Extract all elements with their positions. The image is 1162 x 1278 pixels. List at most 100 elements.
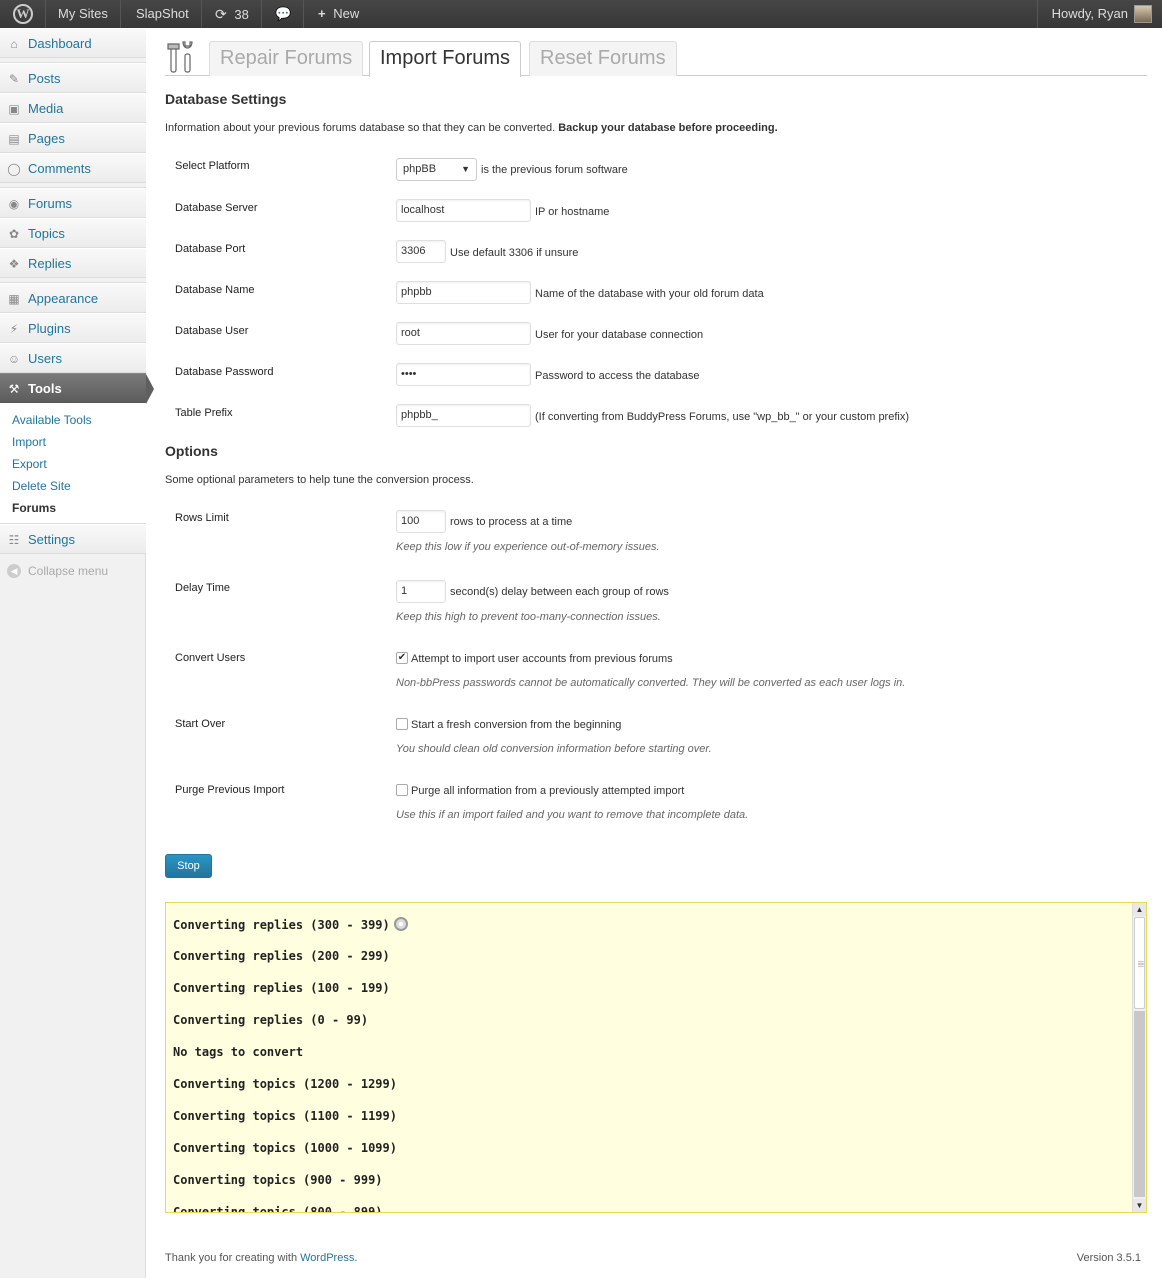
- database-server-input[interactable]: localhost: [396, 199, 531, 222]
- database-user-label: Database User: [175, 325, 249, 337]
- scroll-down-arrow-icon[interactable]: ▼: [1133, 1199, 1146, 1212]
- footer-version: Version 3.5.1: [1076, 1252, 1141, 1264]
- comment-icon: ◯: [7, 162, 21, 176]
- menu-topics[interactable]: ✿ Topics: [0, 218, 146, 248]
- menu-comments[interactable]: ◯ Comments: [0, 153, 146, 183]
- tab-reset-forums[interactable]: Reset Forums: [529, 41, 677, 76]
- database-name-input[interactable]: phpbb: [396, 281, 531, 304]
- account-menu[interactable]: Howdy, Ryan: [1036, 0, 1162, 28]
- new-label: New: [333, 6, 360, 21]
- collapse-label: Collapse menu: [28, 564, 109, 578]
- menu-label: Dashboard: [28, 36, 92, 51]
- menu-label: Users: [28, 351, 62, 366]
- footer-thanks-prefix: Thank you for creating with: [165, 1252, 301, 1264]
- log-line: Converting topics (1200 - 1299): [173, 1077, 397, 1091]
- conversion-log[interactable]: Converting replies (300 - 399) Convertin…: [165, 902, 1147, 1213]
- collapse-menu-button[interactable]: ◀ Collapse menu: [0, 554, 146, 588]
- menu-plugins[interactable]: ⚡ Plugins: [0, 313, 146, 343]
- wordpress-logo-menu[interactable]: W: [0, 0, 46, 28]
- delay-time-input[interactable]: 1: [396, 580, 446, 603]
- replies-icon: ❖: [8, 257, 20, 271]
- new-content-menu[interactable]: + New: [306, 0, 371, 28]
- database-port-input[interactable]: 3306: [396, 240, 446, 263]
- media-icon: ▣: [8, 102, 20, 116]
- pin-icon: ✎: [8, 72, 20, 86]
- tab-repair-forums[interactable]: Repair Forums: [209, 41, 364, 76]
- database-user-input[interactable]: root: [396, 322, 531, 345]
- start-over-note: You should clean old conversion informat…: [396, 743, 712, 755]
- menu-dashboard[interactable]: ⌂ Dashboard: [0, 28, 146, 58]
- plugins-icon: ⚡: [9, 322, 19, 336]
- options-heading: Options: [165, 443, 218, 459]
- submenu-forums[interactable]: Forums: [0, 497, 146, 519]
- menu-settings[interactable]: ☷ Settings: [0, 524, 146, 554]
- my-sites-menu[interactable]: My Sites: [46, 0, 121, 28]
- table-prefix-label: Table Prefix: [175, 407, 233, 419]
- menu-label: Appearance: [28, 291, 99, 306]
- database-password-input[interactable]: ••••: [396, 363, 531, 386]
- submenu-delete-site[interactable]: Delete Site: [0, 475, 146, 497]
- table-prefix-input[interactable]: phpbb_: [396, 404, 531, 427]
- database-server-label: Database Server: [175, 202, 258, 214]
- dropdown-arrow-icon: ▼: [461, 164, 470, 174]
- menu-label: Media: [28, 101, 64, 116]
- menu-label: Posts: [28, 71, 61, 86]
- database-password-label: Database Password: [175, 366, 274, 378]
- submenu-export[interactable]: Export: [0, 453, 146, 475]
- scrollbar-thumb[interactable]: ═ ═: [1134, 917, 1145, 1009]
- log-line: Converting replies (200 - 299): [173, 949, 390, 963]
- convert-users-checkbox[interactable]: ✔: [396, 652, 408, 664]
- refresh-icon: ⟳: [215, 6, 227, 22]
- comment-bubble-icon: 💬: [275, 6, 292, 21]
- forums-icon: ◉: [8, 197, 20, 211]
- menu-label: Tools: [28, 381, 62, 396]
- start-over-text: Start a fresh conversion from the beginn…: [411, 719, 622, 731]
- table-prefix-hint: (If converting from BuddyPress Forums, u…: [535, 411, 910, 423]
- convert-users-note: Non-bbPress passwords cannot be automati…: [396, 677, 906, 689]
- howdy-label: Howdy, Ryan: [1051, 6, 1128, 21]
- log-scrollbar[interactable]: ▲ ═ ═ ▼: [1132, 903, 1146, 1212]
- purge-import-checkbox[interactable]: [396, 784, 408, 796]
- menu-users[interactable]: ☺ Users: [0, 343, 146, 373]
- site-name-menu[interactable]: SlapShot: [124, 0, 202, 28]
- main-content: Repair Forums Import Forums Reset Forums…: [146, 28, 1162, 1278]
- convert-users-text: Attempt to import user accounts from pre…: [411, 653, 673, 665]
- users-icon: ☺: [7, 352, 21, 366]
- rows-limit-input[interactable]: 100: [396, 510, 446, 533]
- log-line: Converting replies (100 - 199): [173, 981, 390, 995]
- scrollbar-track[interactable]: [1134, 1011, 1145, 1197]
- wordpress-link[interactable]: WordPress: [300, 1252, 354, 1264]
- menu-label: Forums: [28, 196, 73, 211]
- menu-posts[interactable]: ✎ Posts: [0, 63, 146, 93]
- my-sites-label: My Sites: [58, 6, 108, 21]
- menu-label: Replies: [28, 256, 72, 271]
- options-description: Some optional parameters to help tune th…: [165, 474, 474, 486]
- log-line: Converting topics (900 - 999): [173, 1173, 383, 1187]
- menu-appearance[interactable]: ▦ Appearance: [0, 283, 146, 313]
- start-over-checkbox[interactable]: [396, 718, 408, 730]
- menu-tools[interactable]: ⚒ Tools: [0, 373, 154, 404]
- appearance-icon: ▦: [8, 292, 20, 306]
- comments-menu[interactable]: 💬: [263, 0, 305, 28]
- database-port-label: Database Port: [175, 243, 246, 255]
- topics-icon: ✿: [8, 227, 20, 241]
- submenu-available-tools[interactable]: Available Tools: [0, 409, 146, 431]
- platform-select[interactable]: phpBB ▼: [396, 158, 477, 181]
- database-name-hint: Name of the database with your old forum…: [535, 288, 764, 300]
- scroll-up-arrow-icon[interactable]: ▲: [1133, 903, 1146, 916]
- log-line: Converting replies (0 - 99): [173, 1013, 369, 1027]
- tab-import-forums[interactable]: Import Forums: [369, 41, 522, 77]
- delay-time-hint: second(s) delay between each group of ro…: [450, 586, 669, 598]
- menu-media[interactable]: ▣ Media: [0, 93, 146, 123]
- menu-forums[interactable]: ◉ Forums: [0, 188, 146, 218]
- stop-button[interactable]: Stop: [165, 854, 212, 878]
- database-user-hint: User for your database connection: [535, 329, 704, 341]
- log-line: Converting replies (300 - 399): [173, 917, 408, 932]
- settings-icon: ☷: [8, 533, 20, 547]
- database-settings-heading: Database Settings: [165, 91, 287, 107]
- menu-replies[interactable]: ❖ Replies: [0, 248, 146, 278]
- tools-submenu: Available Tools Import Export Delete Sit…: [0, 403, 146, 524]
- updates-menu[interactable]: ⟳ 38: [203, 0, 262, 28]
- submenu-import[interactable]: Import: [0, 431, 146, 453]
- menu-pages[interactable]: ▤ Pages: [0, 123, 146, 153]
